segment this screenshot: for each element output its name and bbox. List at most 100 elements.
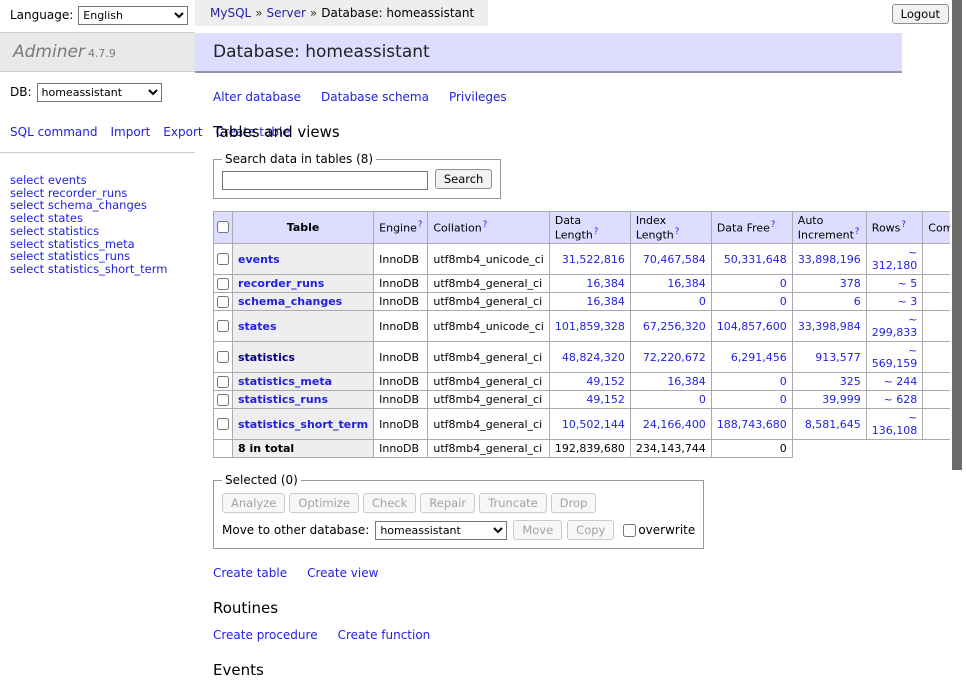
data-free-link[interactable]: 0: [780, 375, 787, 388]
row-checkbox[interactable]: [217, 278, 229, 290]
truncate-button[interactable]: Truncate: [479, 493, 547, 513]
help-link[interactable]: ?: [901, 220, 906, 230]
table-link-statistics-meta[interactable]: statistics_meta: [238, 375, 332, 388]
help-link[interactable]: ?: [483, 220, 488, 230]
data-length-link[interactable]: 10,502,144: [562, 418, 625, 431]
overwrite-checkbox[interactable]: [623, 524, 636, 537]
data-length-link[interactable]: 31,522,816: [562, 253, 625, 266]
logout-button[interactable]: Logout: [892, 4, 949, 24]
data-length-link[interactable]: 101,859,328: [555, 320, 625, 333]
data-length-link[interactable]: 49,152: [586, 393, 625, 406]
table-link-statistics-runs[interactable]: statistics_runs: [238, 393, 328, 406]
data-free-link[interactable]: 50,331,648: [724, 253, 787, 266]
row-checkbox[interactable]: [217, 351, 229, 363]
breadcrumb-separator: »: [255, 6, 262, 20]
auto-increment-link[interactable]: 378: [840, 277, 861, 290]
table-link-recorder-runs[interactable]: recorder_runs: [238, 277, 324, 290]
auto-increment-link[interactable]: 325: [840, 375, 861, 388]
index-length-link[interactable]: 70,467,584: [643, 253, 706, 266]
sidebar-item-select-states[interactable]: select states: [10, 212, 185, 225]
rows-link[interactable]: ~ 312,180: [872, 246, 918, 272]
sidebar-item-select-events[interactable]: select events: [10, 174, 185, 187]
create-procedure-link[interactable]: Create procedure: [213, 628, 318, 642]
auto-increment-link[interactable]: 33,398,984: [798, 320, 861, 333]
row-checkbox[interactable]: [217, 418, 229, 430]
index-length-link[interactable]: 0: [699, 295, 706, 308]
row-checkbox[interactable]: [217, 253, 229, 265]
create-function-link[interactable]: Create function: [338, 628, 431, 642]
rows-link[interactable]: ~ 569,159: [872, 344, 918, 370]
auto-increment-link[interactable]: 39,999: [822, 393, 861, 406]
index-length-link[interactable]: 24,166,400: [643, 418, 706, 431]
sidebar-action-import[interactable]: Import: [110, 125, 150, 139]
table-link-schema-changes[interactable]: schema_changes: [238, 295, 342, 308]
row-checkbox[interactable]: [217, 376, 229, 388]
auto-increment-link[interactable]: 8,581,645: [805, 418, 861, 431]
select-all-checkbox[interactable]: [217, 221, 229, 233]
db-select[interactable]: homeassistant: [37, 83, 162, 102]
copy-button[interactable]: Copy: [567, 520, 614, 540]
language-select[interactable]: English: [78, 6, 188, 25]
rows-link[interactable]: ~ 244: [884, 375, 918, 388]
rows-link[interactable]: ~ 299,833: [872, 313, 918, 339]
data-free-link[interactable]: 0: [780, 277, 787, 290]
create-view-link[interactable]: Create view: [307, 566, 378, 580]
help-link[interactable]: ?: [594, 227, 599, 237]
search-input[interactable]: [222, 171, 428, 190]
auto-increment-link[interactable]: 6: [854, 295, 861, 308]
data-free-link[interactable]: 188,743,680: [717, 418, 787, 431]
create-table-link[interactable]: Create table: [213, 566, 287, 580]
move-database-select[interactable]: homeassistant: [375, 521, 507, 540]
help-link[interactable]: ?: [418, 220, 423, 230]
sidebar-item-select-statistics-short-term[interactable]: select statistics_short_term: [10, 263, 185, 276]
auto-increment-link[interactable]: 913,577: [815, 351, 861, 364]
data-free-link[interactable]: 0: [780, 295, 787, 308]
data-length-link[interactable]: 48,824,320: [562, 351, 625, 364]
database-schema-link[interactable]: Database schema: [321, 90, 429, 104]
data-length-link[interactable]: 49,152: [586, 375, 625, 388]
index-length-link[interactable]: 67,256,320: [643, 320, 706, 333]
help-link[interactable]: ?: [855, 227, 860, 237]
breadcrumb-server[interactable]: Server: [267, 6, 306, 20]
table-link-states[interactable]: states: [238, 320, 277, 333]
auto-increment-link[interactable]: 33,898,196: [798, 253, 861, 266]
check-button[interactable]: Check: [363, 493, 416, 513]
data-free-link[interactable]: 104,857,600: [717, 320, 787, 333]
alter-database-link[interactable]: Alter database: [213, 90, 301, 104]
drop-button[interactable]: Drop: [551, 493, 597, 513]
breadcrumb-mysql[interactable]: MySQL: [210, 6, 251, 20]
table-link-statistics-short-term[interactable]: statistics_short_term: [238, 418, 368, 431]
rows-link[interactable]: ~ 3: [898, 295, 918, 308]
move-button[interactable]: Move: [513, 520, 562, 540]
row-checkbox[interactable]: [217, 394, 229, 406]
table-link-events[interactable]: events: [238, 253, 280, 266]
database-links: Alter database Database schema Privileges: [213, 90, 950, 104]
db-label: DB:: [10, 85, 32, 99]
help-link[interactable]: ?: [771, 220, 776, 230]
data-free-link[interactable]: 0: [780, 393, 787, 406]
collation-cell: utf8mb4_unicode_ci: [428, 244, 549, 275]
optimize-button[interactable]: Optimize: [289, 493, 359, 513]
sidebar-action-sql-command[interactable]: SQL command: [10, 125, 97, 139]
analyze-button[interactable]: Analyze: [222, 493, 285, 513]
rows-link[interactable]: ~ 5: [898, 277, 918, 290]
index-length-link[interactable]: 16,384: [667, 375, 706, 388]
data-length-link[interactable]: 16,384: [586, 295, 625, 308]
data-free-link[interactable]: 6,291,456: [731, 351, 787, 364]
row-checkbox[interactable]: [217, 320, 229, 332]
table-link-statistics[interactable]: statistics: [238, 351, 295, 364]
rows-link[interactable]: ~ 628: [884, 393, 918, 406]
rows-link[interactable]: ~ 136,108: [872, 411, 918, 437]
data-length-link[interactable]: 16,384: [586, 277, 625, 290]
scrollbar-thumb[interactable]: [952, 0, 962, 470]
index-length-link[interactable]: 0: [699, 393, 706, 406]
row-checkbox[interactable]: [217, 296, 229, 308]
search-button[interactable]: Search: [435, 169, 493, 189]
help-link[interactable]: ?: [675, 227, 680, 237]
privileges-link[interactable]: Privileges: [449, 90, 507, 104]
scrollbar-track[interactable]: [950, 0, 966, 543]
repair-button[interactable]: Repair: [420, 493, 475, 513]
index-length-link[interactable]: 16,384: [667, 277, 706, 290]
index-length-link[interactable]: 72,220,672: [643, 351, 706, 364]
sidebar-item-select-statistics[interactable]: select statistics: [10, 225, 185, 238]
